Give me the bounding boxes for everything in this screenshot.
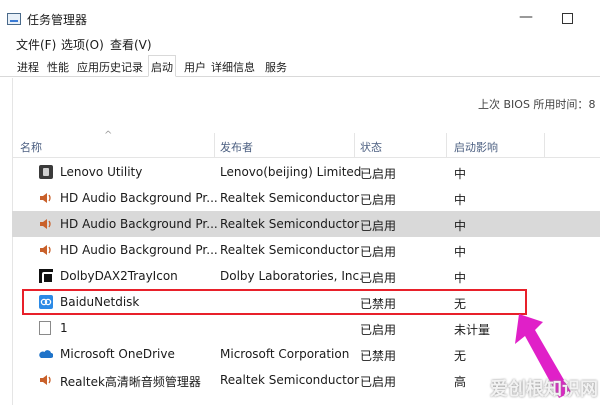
publisher: Realtek Semiconductor bbox=[220, 191, 360, 205]
onedrive-icon bbox=[39, 350, 53, 358]
file-icon bbox=[39, 321, 51, 335]
app-name: HD Audio Background Pr... bbox=[60, 217, 218, 231]
tab-startup[interactable]: 启动 bbox=[148, 55, 176, 77]
speaker-icon bbox=[40, 245, 51, 255]
column-header-publisher[interactable]: 发布者 bbox=[220, 139, 253, 155]
column-divider[interactable] bbox=[544, 133, 545, 158]
maximize-button[interactable] bbox=[562, 13, 573, 24]
tab-app-history[interactable]: 应用历史记录 bbox=[75, 57, 145, 76]
app-name: Realtek高清晰音频管理器 bbox=[60, 375, 201, 389]
app-name: DolbyDAX2TrayIcon bbox=[60, 269, 178, 283]
watermark: 爱创根知识网 bbox=[490, 379, 598, 400]
app-name: HD Audio Background Pr... bbox=[60, 191, 218, 205]
startup-row-selected[interactable]: HD Audio Background Pr... Realtek Semico… bbox=[12, 211, 600, 237]
minimize-button[interactable]: — bbox=[519, 9, 533, 25]
tab-performance[interactable]: 性能 bbox=[45, 57, 71, 76]
startup-impact: 中 bbox=[454, 193, 467, 207]
app-name: 1 bbox=[60, 321, 68, 335]
task-manager-icon bbox=[7, 13, 21, 25]
dolby-icon bbox=[39, 269, 54, 284]
column-header-impact[interactable]: 启动影响 bbox=[454, 139, 498, 155]
tab-details[interactable]: 详细信息 bbox=[209, 57, 257, 76]
tab-processes[interactable]: 进程 bbox=[15, 57, 41, 76]
startup-impact: 中 bbox=[454, 271, 467, 285]
column-divider[interactable] bbox=[354, 133, 355, 158]
publisher: Lenovo(beijing) Limited bbox=[220, 165, 362, 179]
menu-options[interactable]: 选项(O) bbox=[61, 36, 104, 53]
highlight-box bbox=[22, 289, 527, 315]
speaker-icon bbox=[40, 193, 51, 203]
speaker-icon bbox=[40, 219, 51, 229]
bios-time-label: 上次 BIOS 所用时间： bbox=[478, 98, 589, 111]
startup-impact: 无 bbox=[454, 349, 467, 363]
column-header-bar bbox=[12, 133, 600, 158]
publisher: Realtek Semiconductor bbox=[220, 217, 360, 231]
status: 已启用 bbox=[360, 167, 397, 181]
status: 已启用 bbox=[360, 375, 397, 389]
tab-bar: 进程 性能 应用历史记录 启动 用户 详细信息 服务 bbox=[0, 55, 600, 77]
startup-row[interactable]: Lenovo Utility Lenovo(beijing) Limited 已… bbox=[12, 159, 600, 185]
startup-impact: 高 bbox=[454, 375, 467, 389]
startup-impact: 中 bbox=[454, 245, 467, 259]
status: 已禁用 bbox=[360, 349, 397, 363]
status: 已启用 bbox=[360, 271, 397, 285]
title-bar: 任务管理器 — bbox=[0, 0, 600, 34]
bios-time: 上次 BIOS 所用时间：8 bbox=[478, 96, 595, 112]
publisher: Dolby Laboratories, Inc. bbox=[220, 269, 363, 283]
menu-file[interactable]: 文件(F) bbox=[16, 36, 56, 53]
status: 已启用 bbox=[360, 245, 397, 259]
app-name: Lenovo Utility bbox=[60, 165, 143, 179]
startup-impact: 中 bbox=[454, 167, 467, 181]
startup-impact: 未计量 bbox=[454, 323, 491, 337]
lenovo-icon bbox=[39, 165, 53, 179]
app-name: HD Audio Background Pr... bbox=[60, 243, 218, 257]
column-divider[interactable] bbox=[214, 133, 215, 158]
status: 已启用 bbox=[360, 219, 397, 233]
startup-row[interactable]: HD Audio Background Pr... Realtek Semico… bbox=[12, 185, 600, 211]
column-header-status[interactable]: 状态 bbox=[360, 139, 382, 155]
sort-chevron-up-icon: ^ bbox=[104, 130, 113, 141]
column-divider[interactable] bbox=[446, 133, 447, 158]
column-header-name[interactable]: 名称 bbox=[20, 139, 42, 155]
tab-services[interactable]: 服务 bbox=[263, 57, 289, 76]
speaker-icon bbox=[40, 375, 51, 385]
status: 已启用 bbox=[360, 193, 397, 207]
startup-row[interactable]: DolbyDAX2TrayIcon Dolby Laboratories, In… bbox=[12, 263, 600, 289]
bios-time-value: 8 bbox=[588, 98, 596, 111]
startup-row[interactable]: HD Audio Background Pr... Realtek Semico… bbox=[12, 237, 600, 263]
menu-view[interactable]: 查看(V) bbox=[110, 36, 152, 53]
app-name: Microsoft OneDrive bbox=[60, 347, 175, 361]
tab-users[interactable]: 用户 bbox=[182, 57, 208, 76]
startup-impact: 中 bbox=[454, 219, 467, 233]
window-title: 任务管理器 bbox=[27, 13, 88, 27]
status: 已启用 bbox=[360, 323, 397, 337]
publisher: Realtek Semiconductor bbox=[220, 373, 360, 387]
publisher: Microsoft Corporation bbox=[220, 347, 350, 361]
publisher: Realtek Semiconductor bbox=[220, 243, 360, 257]
